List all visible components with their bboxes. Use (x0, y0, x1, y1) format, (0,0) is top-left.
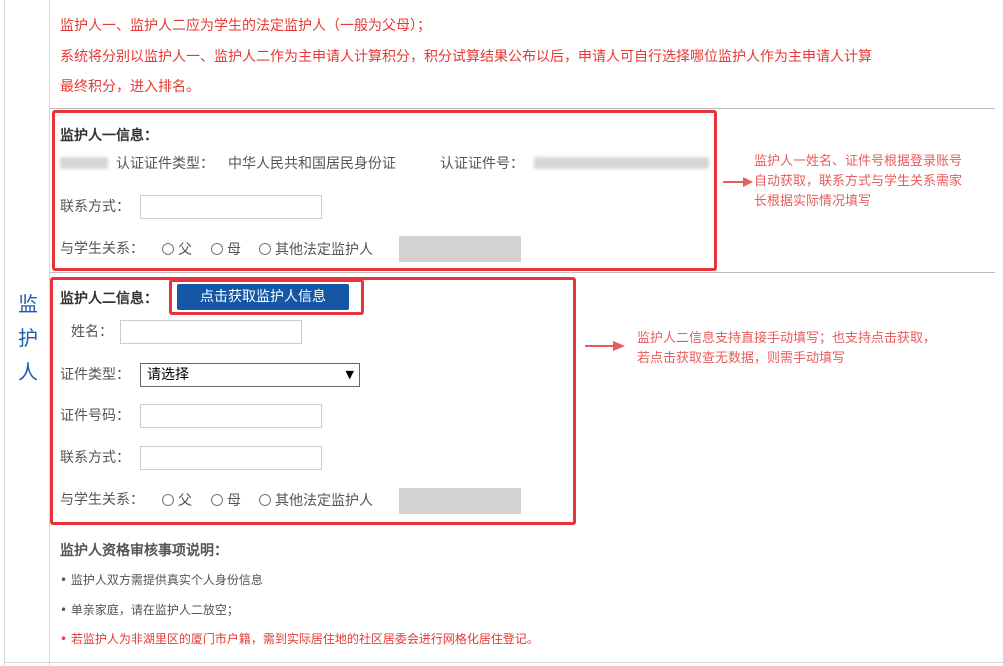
guardian1-contact-input[interactable] (140, 195, 322, 219)
guardian2-title: 监护人二信息： (60, 291, 158, 307)
guardian1-cert-no-label: 认证证件号： (440, 156, 524, 172)
arrow-right-icon (723, 177, 753, 187)
annotation-guardian2-line1: 监护人二信息支持直接手动填写；也支持点击获取， (637, 331, 937, 346)
guardian1-other-relation-field[interactable] (399, 236, 521, 262)
guardian2-cert-type-label: 证件类型： (60, 367, 130, 383)
guardian2-cert-no-label: 证件号码： (60, 408, 130, 424)
section-label-guardian: 监护人 (18, 292, 38, 384)
table-border-left (4, 0, 5, 666)
guardian2-radio-father[interactable]: 父 (162, 490, 192, 510)
guardian2-radio-other[interactable]: 其他法定监护人 (259, 490, 373, 510)
guardian2-other-relation-field[interactable] (399, 488, 521, 514)
guardian1-cert-no-redacted (534, 157, 709, 169)
guardian2-radio-mother[interactable]: 母 (211, 490, 241, 510)
guardian2-name-label: 姓名： (71, 324, 113, 340)
review-item-3: • 若监护人为非湖里区的厦门市户籍，需到实际居住地的社区居委会进行网格化居住登记… (60, 632, 539, 646)
note-line-2: 系统将分别以监护人一、监护人二作为主申请人计算积分，积分试算结果公布以后，申请人… (60, 49, 872, 65)
radio-circle-icon (211, 243, 223, 255)
annotation-guardian1-line2: 自动获取，联系方式与学生关系需家 (754, 174, 963, 189)
guardian1-relation-label: 与学生关系： (60, 241, 144, 257)
guardian2-name-input[interactable] (120, 320, 302, 344)
guardian1-radio-father[interactable]: 父 (162, 239, 192, 259)
guardian2-contact-input[interactable] (140, 446, 322, 470)
review-item-2: • 单亲家庭，请在监护人二放空； (60, 603, 239, 617)
guardian1-radio-other[interactable]: 其他法定监护人 (259, 239, 373, 259)
guardian1-cert-type-label: 认证证件类型： (116, 156, 214, 172)
guardian1-title: 监护人一信息： (60, 128, 158, 144)
annotation-guardian2-line2: 若点击获取查无数据，则需手动填写 (637, 351, 846, 366)
radio-circle-icon (162, 243, 174, 255)
fetch-guardian-info-button[interactable]: 点击获取监护人信息 (177, 284, 349, 310)
guardian1-contact-label: 联系方式： (60, 199, 130, 215)
table-border-bottom (4, 662, 1003, 663)
arrow-right-icon (585, 341, 625, 351)
chevron-down-icon: ▼ (345, 368, 354, 381)
review-title: 监护人资格审核事项说明： (60, 543, 228, 559)
radio-circle-icon (259, 494, 271, 506)
note-line-3: 最终积分，进入排名。 (60, 79, 200, 95)
guardian2-contact-label: 联系方式： (60, 450, 130, 466)
divider-top (50, 108, 995, 109)
divider-middle (50, 272, 995, 273)
review-item-1: • 监护人双方需提供真实个人身份信息 (60, 573, 263, 587)
annotation-guardian1-line1: 监护人一姓名、证件号根据登录账号 (754, 154, 963, 169)
annotation-guardian1-line3: 长根据实际情况填写 (754, 194, 872, 209)
note-line-1: 监护人一、监护人二应为学生的法定监护人（一般为父母）； (60, 18, 431, 34)
guardian1-radio-mother[interactable]: 母 (211, 239, 241, 259)
guardian2-cert-type-select[interactable]: 请选择 ▼ (140, 363, 360, 387)
radio-circle-icon (211, 494, 223, 506)
radio-circle-icon (162, 494, 174, 506)
guardian2-cert-no-input[interactable] (140, 404, 322, 428)
guardian1-name-redacted (60, 157, 108, 169)
guardian2-relation-label: 与学生关系： (60, 492, 144, 508)
guardian1-cert-type-value: 中华人民共和国居民身份证 (228, 156, 396, 172)
radio-circle-icon (259, 243, 271, 255)
